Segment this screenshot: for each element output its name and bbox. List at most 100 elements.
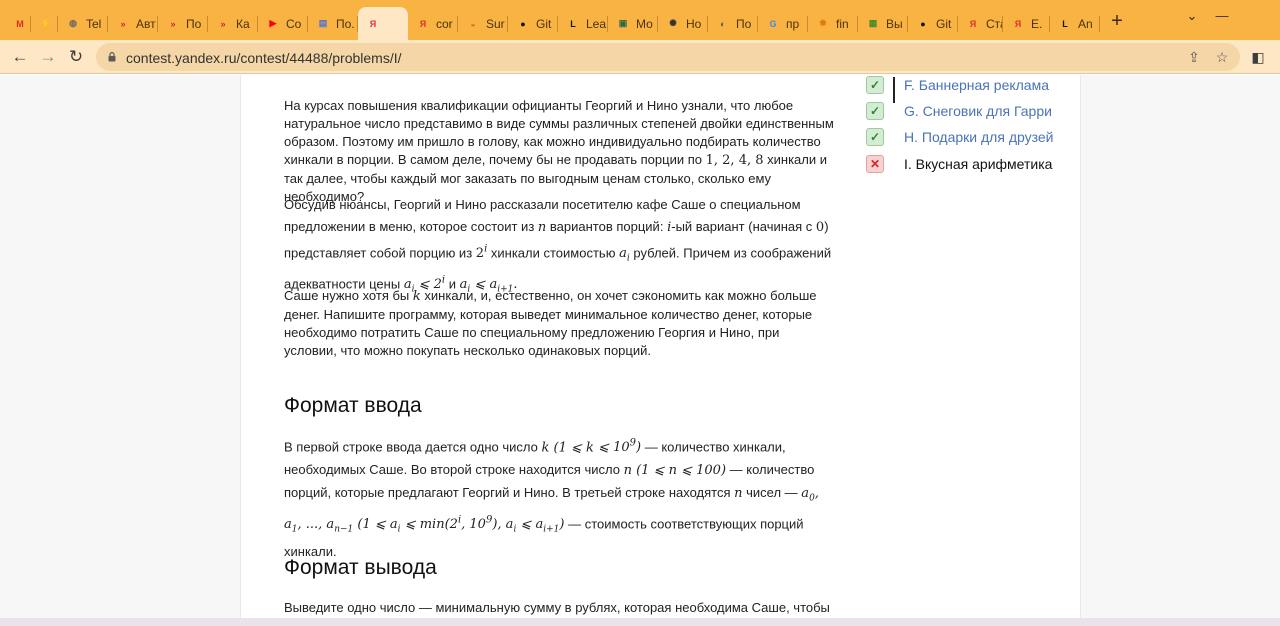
reload-button[interactable]: ↻ [64, 45, 88, 69]
problem-link-label[interactable]: G. Снеговик для Гарри [904, 102, 1052, 120]
browser-tab[interactable]: Gпр [758, 7, 808, 40]
output-format-paragraph: Выведите одно число — минимальную сумму … [284, 599, 844, 617]
problem-item-i[interactable]: ✕ I. Вкусная арифметика [866, 155, 1052, 173]
problem-item-f[interactable]: ✓ F. Баннерная реклама [866, 76, 1049, 94]
leetcode-icon: L [570, 18, 576, 29]
bolt-icon: ⚡ [40, 18, 52, 28]
problem-item-g[interactable]: ✓ G. Снеговик для Гарри [866, 102, 1052, 120]
tab-title: Git [936, 16, 952, 31]
github-icon: ● [920, 18, 926, 29]
window-close-icon[interactable] [1252, 8, 1276, 24]
sun-icon: ✹ [819, 18, 827, 28]
browser-tab[interactable]: ◐ По [708, 7, 758, 40]
statement-text: чисел — [746, 485, 798, 501]
browser-tab[interactable]: L Lea [558, 7, 608, 40]
browser-toolbar: ← → ↻ contest.yandex.ru/contest/44488/pr… [0, 40, 1280, 74]
browser-tab[interactable]: ⚡ [31, 7, 58, 40]
tab-title: Ка [236, 16, 250, 31]
new-tab-button[interactable]: + [1107, 11, 1127, 31]
tab-title: По [186, 16, 202, 31]
check-icon: ✓ [866, 128, 884, 146]
book-icon: ▦ [868, 18, 878, 28]
doc-icon: ▤ [318, 18, 328, 28]
tab-title: Е. [1031, 16, 1043, 31]
google-icon: G [769, 18, 777, 29]
output-format-heading: Формат вывода [284, 556, 437, 579]
yandex-icon: Я [969, 18, 977, 29]
address-bar[interactable]: contest.yandex.ru/contest/44488/problems… [96, 43, 1240, 71]
bookmark-star-icon[interactable]: ☆ [1214, 49, 1230, 65]
statement-paragraph-1: На курсах повышения квалификации официан… [284, 97, 834, 206]
math-n: n [734, 486, 743, 502]
tab-title: Ста [986, 16, 1003, 31]
browser-tab[interactable]: ◒ Sur [458, 7, 508, 40]
check-icon: ✓ [866, 76, 884, 94]
tab-title: fin [836, 16, 849, 31]
tab-title: По. [336, 16, 355, 31]
tab-title: Lea [586, 16, 607, 31]
yandex-contest-icon: » [120, 18, 126, 29]
browser-tab[interactable]: Я Е. [1003, 7, 1050, 40]
statement-text: Выведите одно число — минимальную сумму … [284, 600, 830, 615]
tab-title: cor [436, 16, 453, 31]
browser-tab[interactable]: M [5, 7, 31, 40]
os-taskbar [0, 618, 1280, 626]
browser-tab[interactable]: Я Ста [958, 7, 1003, 40]
math-two-pow-i: 2i [475, 244, 488, 262]
browser-tab[interactable]: » По [158, 7, 208, 40]
browser-tab[interactable]: ▶ Со [258, 7, 308, 40]
yandex-icon: Я [1014, 18, 1022, 29]
yandex-contest-icon: » [170, 18, 176, 29]
tab-strip: ✕ + ⌄ — M⚡◍Tel»Авт»По»Ка▶Со▤По.ЯЯcor◒Sur… [0, 0, 1280, 40]
cross-icon: ✕ [866, 155, 884, 173]
forward-button[interactable]: → [36, 45, 60, 69]
browser-tab[interactable]: » Авт [108, 7, 158, 40]
browser-tab[interactable]: ▦ Вы [858, 7, 908, 40]
yandex-contest-icon: » [220, 18, 226, 29]
tab-title: По [736, 16, 752, 31]
gmail-icon: M [16, 18, 24, 29]
tab-title: Мо [636, 16, 653, 31]
share-icon[interactable]: ⇪ [1186, 49, 1202, 65]
problem-item-h[interactable]: ✓ H. Подарки для друзей [866, 128, 1053, 146]
leetcode-icon: L [1062, 18, 1068, 29]
browser-tab[interactable]: L An [1050, 7, 1100, 40]
browser-tab[interactable]: » Ка [208, 7, 258, 40]
math-powers: 1, 2, 4, 8 [705, 153, 764, 168]
browser-tab[interactable]: ● Git [908, 7, 958, 40]
math-ai: ai [619, 246, 630, 264]
statement-paragraph-2: Обсудив нюансы, Георгий и Нино рассказал… [284, 194, 834, 301]
browser-tab[interactable]: ● Git [508, 7, 558, 40]
browser-tab[interactable]: ✹ fin [808, 7, 858, 40]
statement-text: вариантов порций: [549, 219, 664, 234]
problem-link-label[interactable]: F. Баннерная реклама [904, 76, 1049, 94]
minimize-icon[interactable]: — [1210, 8, 1234, 24]
browser-tab[interactable]: Я [358, 7, 408, 40]
wiki-icon: ◐ [720, 18, 726, 29]
youtube-icon: ▶ [269, 18, 277, 28]
browser-tab[interactable]: ▤ По. [308, 7, 358, 40]
browser-tab[interactable]: Яcor [408, 7, 458, 40]
tab-title: пр [786, 16, 800, 31]
tab-separator [1099, 16, 1100, 32]
browser-tab[interactable]: ▣ Мо [608, 7, 658, 40]
statement-text: Саше нужно хотя бы [284, 288, 410, 303]
tab-title: Git [536, 16, 552, 31]
problem-current-label[interactable]: I. Вкусная арифметика [904, 155, 1052, 173]
statement-text: В первой строке ввода дается одно число [284, 439, 538, 455]
side-panel-icon[interactable]: ◧ [1246, 45, 1270, 69]
tab-search-chevron-icon[interactable]: ⌄ [1180, 8, 1204, 24]
current-problem-indicator [893, 77, 895, 103]
back-button[interactable]: ← [8, 45, 32, 69]
lock-icon [108, 52, 116, 62]
browser-tab[interactable]: ✺ Но [658, 7, 708, 40]
input-format-heading: Формат ввода [284, 394, 422, 417]
math-n-range: n (1 ⩽ n ⩽ 100) [623, 463, 727, 479]
tab-title: Со [286, 16, 302, 31]
browser-tab[interactable]: ◍ Tel [58, 7, 108, 40]
url-text: contest.yandex.ru/contest/44488/problems… [126, 50, 402, 66]
yandex-icon: Я [419, 18, 427, 29]
chatgpt-icon: ✺ [669, 18, 677, 28]
problem-link-label[interactable]: H. Подарки для друзей [904, 128, 1053, 146]
statement-text: -ый вариант (начиная с [671, 219, 813, 234]
